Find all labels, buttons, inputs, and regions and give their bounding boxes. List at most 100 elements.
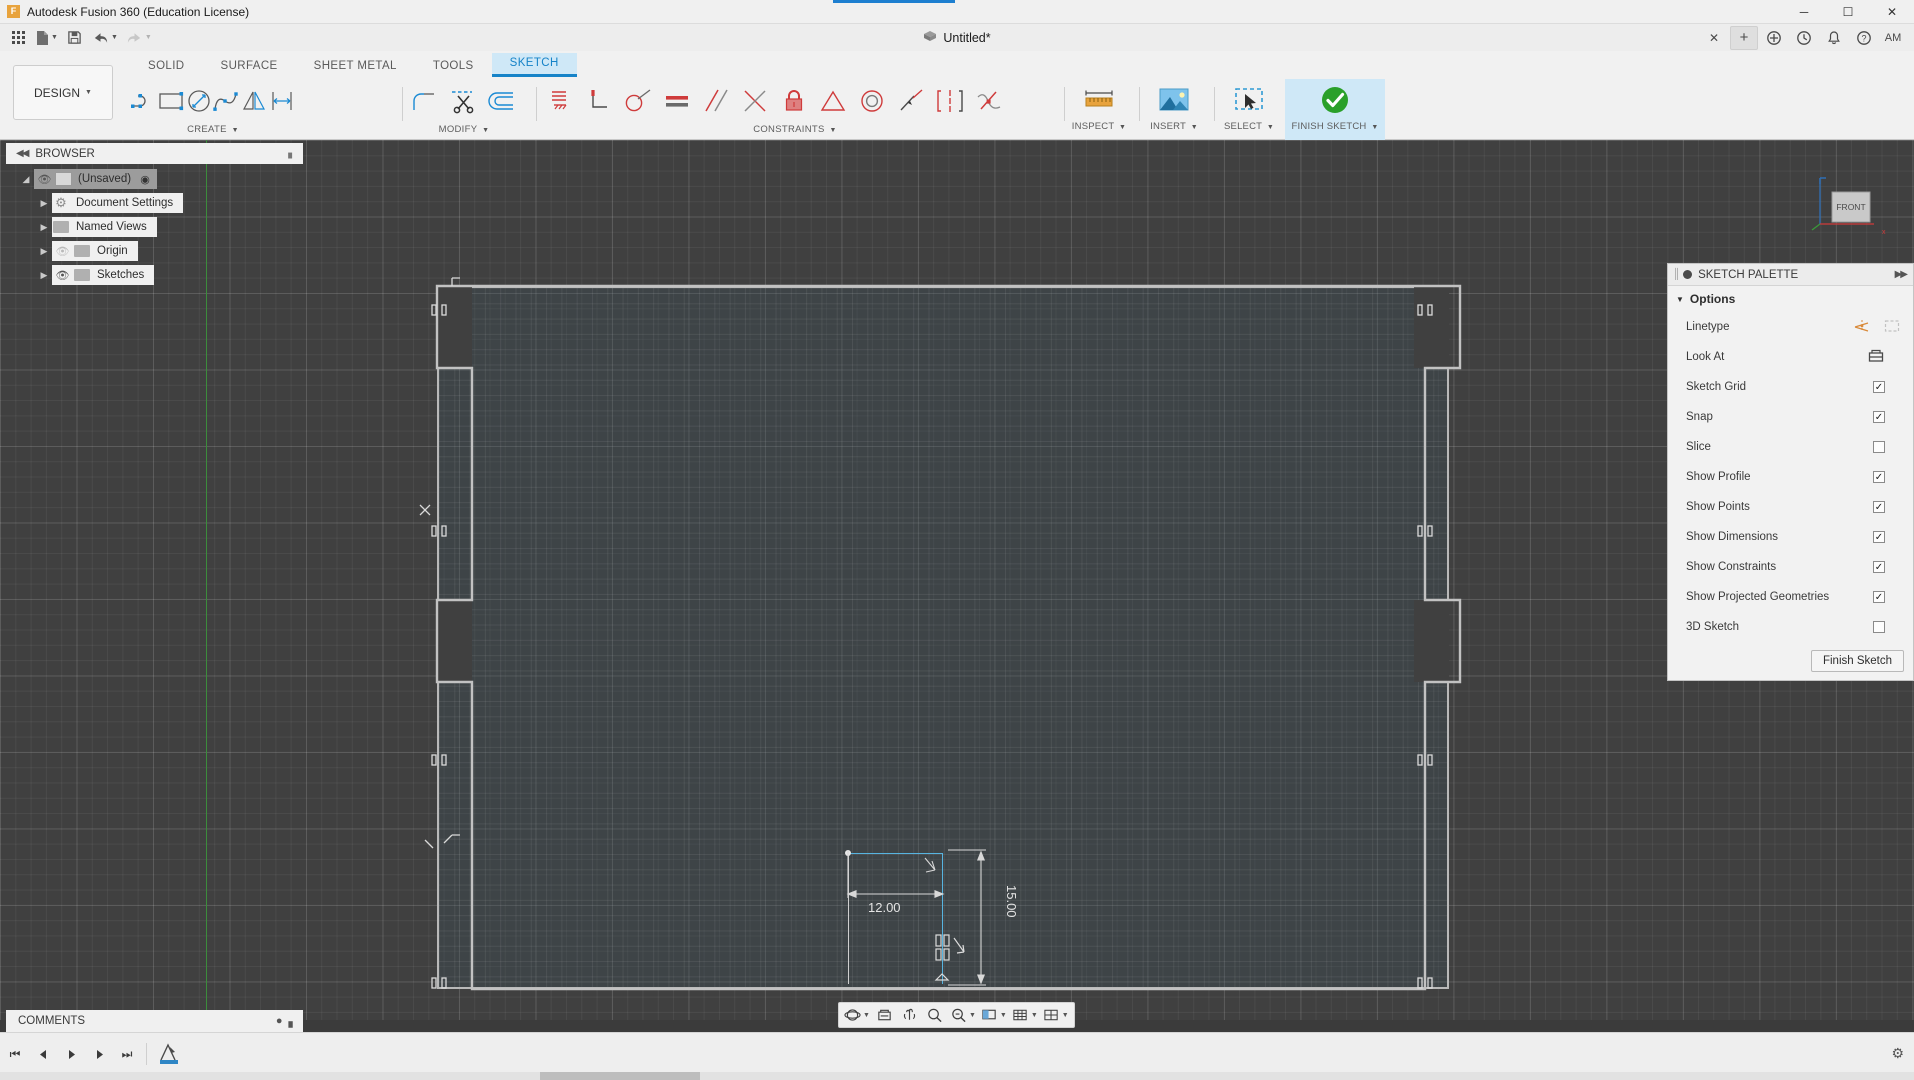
tab-sheet-metal[interactable]: SHEET METAL bbox=[296, 56, 415, 77]
fix-unfix-constraint[interactable] bbox=[774, 81, 813, 121]
browser-item-unsaved[interactable]: ◢ 👁 (Unsaved) ◉ bbox=[18, 169, 158, 189]
viewports-button[interactable]: ▼ bbox=[1041, 1004, 1071, 1026]
line-tool[interactable] bbox=[130, 81, 157, 121]
horizontal-vertical-constraint[interactable] bbox=[735, 81, 774, 121]
add-document-tab-button[interactable]: + bbox=[1730, 25, 1758, 50]
workspace-selector[interactable]: DESIGN ▼ bbox=[13, 65, 113, 120]
minimize-button[interactable]: ─ bbox=[1782, 0, 1826, 24]
redo-button[interactable]: ▼ bbox=[123, 27, 155, 49]
undo-button[interactable]: ▼ bbox=[89, 27, 121, 49]
browser-item-document-settings[interactable]: ▶ ⚙ Document Settings bbox=[36, 193, 184, 213]
coincident-constraint[interactable] bbox=[540, 81, 579, 121]
view-cube[interactable]: FRONT x bbox=[1802, 174, 1894, 266]
finish-sketch-button[interactable]: FINISH SKETCH ▼ bbox=[1285, 79, 1385, 140]
select-menu[interactable]: SELECT ▼ bbox=[1218, 79, 1280, 140]
browser-resize-handle[interactable]: ▖ bbox=[288, 148, 296, 159]
active-sketch-rectangle[interactable] bbox=[848, 853, 943, 984]
comments-add-icon[interactable]: ● bbox=[276, 1015, 283, 1028]
mirror-tool[interactable] bbox=[240, 81, 268, 121]
help-icon[interactable]: ? bbox=[1850, 26, 1878, 50]
browser-collapse-icon[interactable]: ◀◀ bbox=[16, 148, 29, 159]
ribbon-group-label-constraints[interactable]: CONSTRAINTS ▼ bbox=[540, 124, 1050, 135]
look-at-button[interactable] bbox=[873, 1004, 897, 1026]
browser-item-origin[interactable]: ▶ 👁 Origin bbox=[36, 241, 138, 261]
equal-constraint[interactable] bbox=[657, 81, 696, 121]
pan-button[interactable] bbox=[898, 1004, 922, 1026]
slice-checkbox[interactable] bbox=[1873, 441, 1885, 453]
design-canvas[interactable]: 12.00 15.00 FRONT x ◀◀ BROWSER ▖ ◢ 👁 (Un… bbox=[0, 140, 1914, 1032]
3d-sketch-checkbox[interactable] bbox=[1873, 621, 1885, 633]
recent-icon[interactable] bbox=[1790, 26, 1818, 50]
construction-line-icon[interactable] bbox=[1853, 318, 1871, 337]
timeline-scrollbar-thumb[interactable] bbox=[540, 1072, 700, 1080]
symmetry-constraint[interactable] bbox=[930, 81, 969, 121]
notifications-icon[interactable] bbox=[1820, 26, 1848, 50]
circle-tool[interactable] bbox=[185, 81, 212, 121]
palette-finish-sketch-button[interactable]: Finish Sketch bbox=[1810, 650, 1904, 672]
step-forward-button[interactable] bbox=[90, 1044, 108, 1064]
show-projected-geometries-checkbox[interactable]: ✓ bbox=[1873, 591, 1885, 603]
display-settings-button[interactable]: ▼ bbox=[979, 1004, 1009, 1026]
jump-to-end-button[interactable]: ⏭ bbox=[118, 1044, 136, 1064]
trim-tool[interactable] bbox=[443, 81, 482, 121]
spline-tool[interactable] bbox=[212, 81, 240, 121]
expand-arrow-icon[interactable]: ▶ bbox=[36, 198, 52, 209]
save-button[interactable] bbox=[63, 27, 87, 49]
insert-menu[interactable]: INSERT ▼ bbox=[1143, 79, 1205, 140]
activate-component-icon[interactable]: ◉ bbox=[137, 173, 153, 186]
tab-solid[interactable]: SOLID bbox=[130, 56, 203, 77]
sketch-grid-checkbox[interactable]: ✓ bbox=[1873, 381, 1885, 393]
tab-sketch[interactable]: SKETCH bbox=[491, 53, 577, 77]
jump-to-beginning-button[interactable]: ⏮ bbox=[6, 1044, 24, 1064]
browser-header[interactable]: ◀◀ BROWSER ▖ bbox=[6, 143, 303, 164]
show-dimensions-checkbox[interactable]: ✓ bbox=[1873, 531, 1885, 543]
offset-tool[interactable] bbox=[268, 81, 296, 121]
show-points-checkbox[interactable]: ✓ bbox=[1873, 501, 1885, 513]
horizontal-dimension-label[interactable]: 12.00 bbox=[868, 900, 901, 915]
snap-checkbox[interactable]: ✓ bbox=[1873, 411, 1885, 423]
ribbon-group-label-create[interactable]: CREATE ▼ bbox=[130, 124, 296, 135]
new-file-button[interactable]: ▼ bbox=[32, 27, 61, 49]
grip-icon[interactable]: ║ bbox=[1673, 269, 1680, 280]
browser-item-named-views[interactable]: ▶ Named Views bbox=[36, 217, 157, 237]
expand-arrow-icon[interactable]: ▶ bbox=[36, 222, 52, 233]
document-tab-untitled[interactable]: Untitled* bbox=[923, 30, 991, 45]
comments-panel-header[interactable]: COMMENTS ● ▖ bbox=[6, 1010, 303, 1032]
play-button[interactable] bbox=[62, 1044, 80, 1064]
visibility-eye-icon[interactable]: 👁 bbox=[34, 173, 55, 186]
step-back-button[interactable] bbox=[34, 1044, 52, 1064]
concentric-constraint[interactable] bbox=[852, 81, 891, 121]
look-at-icon[interactable] bbox=[1867, 348, 1885, 367]
tab-surface[interactable]: SURFACE bbox=[203, 56, 296, 77]
zoom-window-button[interactable]: ▼ bbox=[948, 1004, 978, 1026]
collinear-constraint[interactable] bbox=[891, 81, 930, 121]
close-document-tab-button[interactable]: ✕ bbox=[1700, 26, 1728, 50]
midpoint-constraint[interactable] bbox=[813, 81, 852, 121]
expand-arrow-icon[interactable]: ▶ bbox=[36, 246, 52, 257]
sketch-profile-region[interactable] bbox=[437, 286, 1449, 989]
user-avatar[interactable]: AM bbox=[1880, 27, 1906, 49]
parallel-constraint[interactable] bbox=[696, 81, 735, 121]
fillet-tool[interactable] bbox=[404, 81, 443, 121]
grid-snaps-button[interactable]: ▼ bbox=[1010, 1004, 1040, 1026]
rectangle-tool[interactable] bbox=[157, 81, 185, 121]
sketch-palette-header[interactable]: ║ SKETCH PALETTE ▶▶ bbox=[1668, 264, 1913, 286]
options-section-header[interactable]: ▼ Options bbox=[1668, 286, 1913, 312]
inspect-menu[interactable]: INSPECT ▼ bbox=[1068, 79, 1130, 140]
comments-resize-handle[interactable]: ▖ bbox=[289, 1015, 297, 1028]
show-constraints-checkbox[interactable]: ✓ bbox=[1873, 561, 1885, 573]
sketch-point[interactable] bbox=[845, 850, 851, 856]
visibility-eye-icon[interactable]: 👁 bbox=[52, 269, 73, 282]
ribbon-group-label-modify[interactable]: MODIFY ▼ bbox=[404, 124, 524, 135]
collapse-right-icon[interactable]: ▶▶ bbox=[1895, 269, 1908, 280]
timeline-settings-icon[interactable]: ⚙ bbox=[1891, 1045, 1904, 1062]
zoom-button[interactable] bbox=[923, 1004, 947, 1026]
expand-arrow-icon[interactable]: ◢ bbox=[18, 174, 34, 185]
curvature-constraint[interactable] bbox=[969, 81, 1008, 121]
tab-tools[interactable]: TOOLS bbox=[415, 56, 492, 77]
visibility-eye-icon[interactable]: 👁 bbox=[52, 245, 73, 258]
centerline-icon[interactable] bbox=[1883, 318, 1901, 337]
extensions-icon[interactable] bbox=[1760, 26, 1788, 50]
sketch-feature-icon[interactable] bbox=[157, 1041, 181, 1067]
vertical-dimension-label[interactable]: 15.00 bbox=[1004, 885, 1019, 918]
